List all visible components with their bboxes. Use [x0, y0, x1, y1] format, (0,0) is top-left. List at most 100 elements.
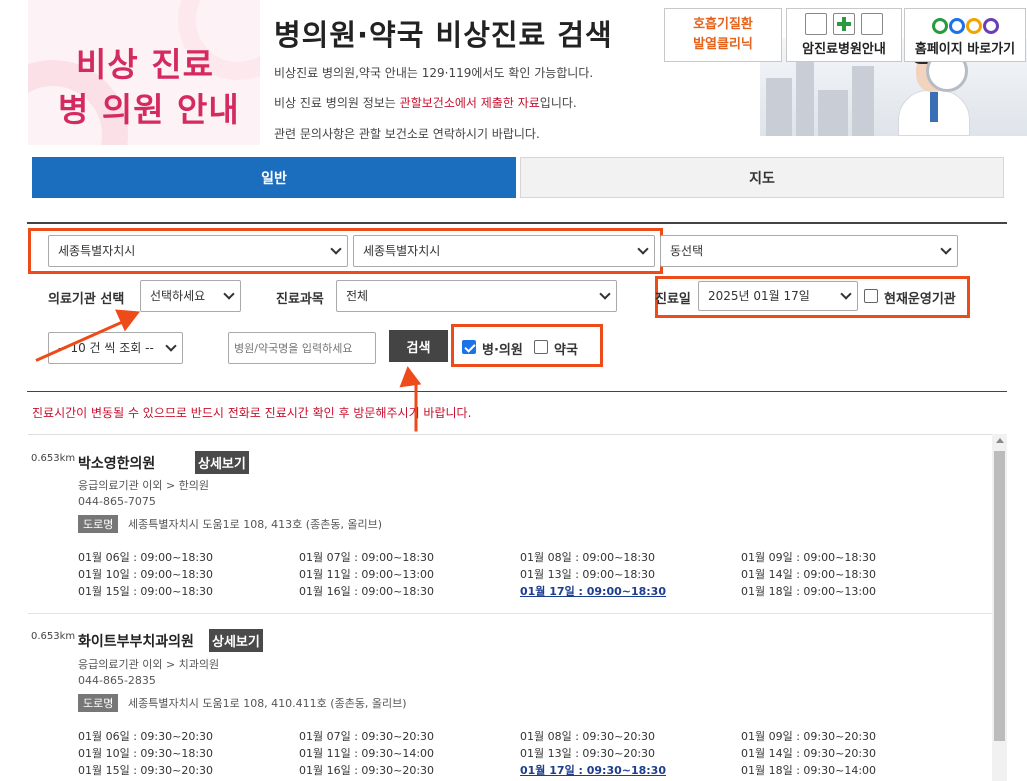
dong-select-input[interactable]: 동선택	[660, 235, 958, 267]
road-address-badge: 도로명	[78, 515, 119, 533]
schedule-entry: 01월 10일 : 09:00~18:30	[78, 568, 214, 581]
facility-phone: 044-865-7075	[78, 495, 156, 508]
road-address-badge: 도로명	[78, 694, 119, 712]
egen-logo-icon	[931, 18, 999, 34]
facility-phone: 044-865-2835	[78, 674, 156, 687]
cancer-hospital-banner[interactable]: 암진료병원안내	[786, 8, 902, 62]
banner-label: 호흡기질환	[693, 17, 753, 32]
results-list: 0.653km 박소영한의원 상세보기 응급의료기관 이외 > 한의원 044-…	[28, 434, 1007, 781]
banner-label: 발열클리닉	[693, 37, 753, 52]
date-label: 진료일	[655, 292, 691, 307]
schedule-entry: 01월 09일 : 09:30~20:30	[741, 730, 877, 743]
sido-select[interactable]: 세종특별자치시	[48, 235, 348, 267]
schedule-change-notice: 진료시간이 변동될 수 있으므로 반드시 전화로 진료시간 확인 후 방문해주시…	[32, 406, 472, 420]
dong-select[interactable]: 동선택	[660, 235, 958, 267]
sido-select-input[interactable]: 세종특별자치시	[48, 235, 348, 267]
header: 비상 진료 병 의원 안내 병의원·약국 비상진료 검색 비상진료 병의원,약국…	[0, 0, 1027, 150]
description-line1: 비상진료 병의원,약국 안내는 129·119에서도 확인 가능합니다.	[274, 66, 594, 80]
emergency-care-logo: 비상 진료 병 의원 안내	[28, 0, 260, 145]
building-shape	[852, 66, 874, 136]
institution-select[interactable]: 선택하세요	[140, 280, 241, 312]
schedule-entry: 01월 06일 : 09:00~18:30	[78, 551, 214, 564]
facility-address: 세종특별자치시 도움1로 108, 413호 (종촌동, 올리브)	[128, 518, 383, 531]
page-size-select[interactable]: -- 10 건 씩 조회 --	[48, 332, 183, 364]
open-now-label[interactable]: 현재운영기관	[884, 288, 956, 307]
schedule-entry: 01월 18일 : 09:00~13:00	[741, 585, 877, 598]
egen-homepage-banner[interactable]: 홈페이지 바로가기	[904, 8, 1026, 62]
logo-circle	[931, 18, 948, 34]
logo-text-line2: 병 의원 안내	[58, 90, 240, 129]
building-shape	[796, 56, 814, 136]
facility-address: 세종특별자치시 도움1로 108, 410.411호 (종촌동, 올리브)	[128, 697, 407, 710]
schedule-entry: 01월 07일 : 09:30~20:30	[299, 730, 435, 743]
schedule-entry: 01월 13일 : 09:30~20:30	[520, 747, 656, 760]
logo-text-line1: 비상 진료	[76, 45, 214, 84]
schedule-entry-today[interactable]: 01월 17일 : 09:30~18:30	[520, 762, 666, 778]
schedule-entry: 01월 15일 : 09:30~20:30	[78, 764, 214, 777]
sigungu-select-input[interactable]: 세종특별자치시	[353, 235, 655, 267]
results-scrollbar[interactable]	[992, 434, 1007, 781]
facility-category: 응급의료기관 이외 > 한의원	[78, 479, 210, 492]
annotation-arrow-head	[396, 364, 422, 388]
facility-name[interactable]: 화이트부부치과의원	[78, 631, 194, 651]
institution-select-input[interactable]: 선택하세요	[140, 280, 241, 312]
description-highlight: 관할보건소에서 제출한 자료	[399, 96, 540, 110]
hospital-icons	[805, 13, 883, 35]
doctor-tie	[930, 92, 938, 122]
facility-name-search-input[interactable]	[228, 332, 376, 364]
schedule-entry: 01월 11일 : 09:30~14:00	[299, 747, 435, 760]
description-text: 비상 진료 병의원 정보는	[274, 96, 400, 110]
pharmacy-checkbox[interactable]	[534, 340, 548, 354]
distance-label: 0.653km	[31, 453, 76, 464]
list-item: 0.653km 박소영한의원 상세보기 응급의료기관 이외 > 한의원 044-…	[28, 435, 992, 613]
schedule-entry: 01월 09일 : 09:00~18:30	[741, 551, 877, 564]
logo-circle	[948, 18, 965, 34]
distance-label: 0.653km	[31, 631, 76, 642]
subject-select-input[interactable]: 전체	[336, 280, 617, 312]
schedule-entry: 01월 11일 : 09:00~13:00	[299, 568, 435, 581]
banner-area: 호흡기질환 발열클리닉 암진료병원안내 홈페이지 바로가기	[664, 8, 1027, 136]
subject-select[interactable]: 전체	[336, 280, 617, 312]
schedule-entry: 01월 16일 : 09:30~20:30	[299, 764, 435, 777]
schedule-entry: 01월 14일 : 09:00~18:30	[741, 568, 877, 581]
description-line2: 비상 진료 병의원 정보는 관할보건소에서 제출한 자료입니다.	[274, 94, 577, 111]
schedule-entry-today[interactable]: 01월 17일 : 09:00~18:30	[520, 583, 666, 599]
detail-view-button[interactable]: 상세보기	[195, 451, 249, 474]
logo-circle	[982, 18, 999, 34]
search-button[interactable]: 검색	[389, 330, 448, 362]
subject-label: 진료과목	[276, 292, 324, 307]
schedule-entry: 01월 13일 : 09:00~18:30	[520, 568, 656, 581]
hospital-checkbox[interactable]	[462, 340, 476, 354]
open-now-checkbox[interactable]	[864, 289, 878, 303]
ambulance-icon	[861, 13, 883, 35]
logo-circle	[965, 18, 982, 34]
detail-view-button[interactable]: 상세보기	[209, 629, 263, 652]
facility-name[interactable]: 박소영한의원	[78, 453, 155, 473]
pharmacy-checkbox-label[interactable]: 약국	[554, 339, 578, 358]
tab-map[interactable]: 지도	[520, 157, 1004, 198]
schedule-entry: 01월 16일 : 09:00~18:30	[299, 585, 435, 598]
banner-label: 암진료병원안내	[802, 42, 886, 57]
list-item: 0.653km 화이트부부치과의원 상세보기 응급의료기관 이외 > 치과의원 …	[28, 614, 992, 781]
hospital-building-icon	[805, 13, 827, 35]
tab-general[interactable]: 일반	[32, 157, 516, 198]
date-select-input[interactable]: 2025년 01월 17일	[698, 281, 858, 311]
sigungu-select[interactable]: 세종특별자치시	[353, 235, 655, 267]
schedule-entry: 01월 14일 : 09:30~20:30	[741, 747, 877, 760]
building-shape	[818, 90, 848, 136]
building-shape	[766, 78, 792, 136]
institution-label: 의료기관 선택	[48, 292, 125, 307]
scrollbar-thumb[interactable]	[994, 451, 1005, 741]
schedule-entry: 01월 08일 : 09:30~20:30	[520, 730, 656, 743]
medical-cross-icon	[833, 13, 855, 35]
hospital-checkbox-label[interactable]: 병·의원	[482, 339, 523, 358]
description-text: 입니다.	[539, 96, 577, 110]
page-size-select-input[interactable]: -- 10 건 씩 조회 --	[48, 332, 183, 364]
fever-clinic-banner[interactable]: 호흡기질환 발열클리닉	[664, 8, 782, 62]
facility-category: 응급의료기관 이외 > 치과의원	[78, 658, 220, 671]
schedule-entry: 01월 08일 : 09:00~18:30	[520, 551, 656, 564]
date-select[interactable]: 2025년 01월 17일	[698, 281, 858, 311]
scroll-up-arrow-icon[interactable]	[996, 438, 1004, 443]
schedule-entry: 01월 18일 : 09:30~14:00	[741, 764, 877, 777]
page-title: 병의원·약국 비상진료 검색	[274, 18, 613, 52]
